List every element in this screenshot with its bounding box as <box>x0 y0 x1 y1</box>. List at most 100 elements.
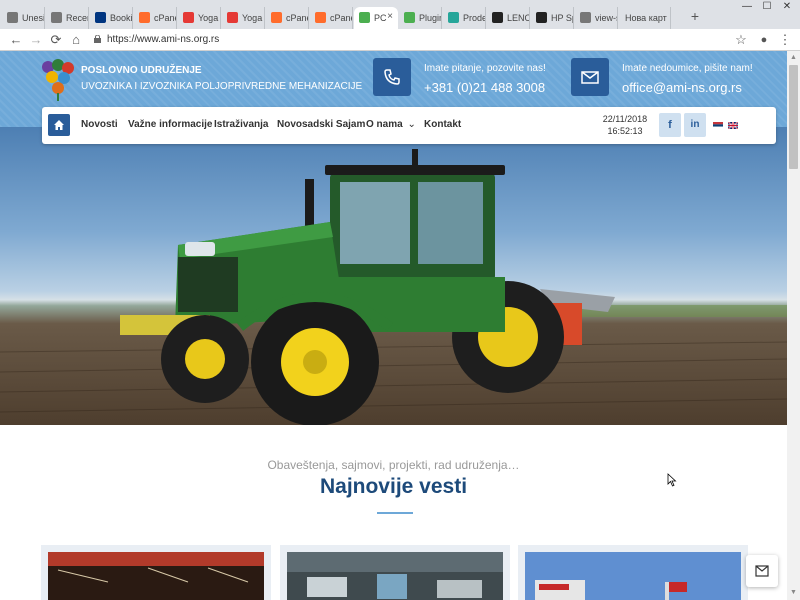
tab-title: cPane <box>286 13 309 23</box>
linkedin-icon[interactable]: in <box>684 113 706 137</box>
chevron-down-icon: ⌄ <box>407 119 416 130</box>
window-close-button[interactable]: ✕ <box>778 0 796 14</box>
tab-title: Yoga <box>242 13 263 23</box>
tab-title: cPane <box>154 13 177 23</box>
tab-title: Нова карт <box>625 13 667 23</box>
browser-tab[interactable]: cPane <box>266 7 309 29</box>
bookmark-star-icon[interactable]: ☆ <box>733 32 749 48</box>
nav-item-istrazivanja[interactable]: Istraživanja <box>214 119 268 130</box>
facebook-icon[interactable]: f <box>659 113 681 137</box>
phone-number[interactable]: +381 (0)21 488 3008 <box>424 80 545 95</box>
b-icon <box>492 12 503 23</box>
browser-tab[interactable]: PC × <box>354 7 398 29</box>
scroll-up-arrow[interactable]: ▲ <box>790 54 797 61</box>
doc-icon <box>51 12 62 23</box>
heading-divider <box>377 512 413 514</box>
news-card-image <box>287 552 503 600</box>
news-card-image <box>525 552 741 600</box>
nav-item-vazne-informacije[interactable]: Važne informacije <box>128 119 212 130</box>
home-icon <box>54 120 64 130</box>
booking-icon <box>95 12 106 23</box>
browser-tab[interactable]: Yoga <box>178 7 221 29</box>
browser-tab[interactable]: Recen <box>46 7 89 29</box>
browser-tab[interactable]: HP Sp <box>531 7 574 29</box>
current-datetime: 22/11/2018 16:52:13 <box>597 113 653 137</box>
scroll-thumb[interactable] <box>789 65 798 169</box>
mouse-cursor-icon <box>667 473 677 487</box>
tractor-illustration <box>0 149 787 425</box>
current-date: 22/11/2018 <box>602 114 648 124</box>
nav-item-o-nama-label: O nama <box>366 119 403 130</box>
tab-title: HP Sp <box>551 13 573 23</box>
maximize-button[interactable]: ☐ <box>758 0 776 14</box>
tab-title: Yoga <box>198 13 219 23</box>
cpanel-icon <box>271 12 282 23</box>
home-nav-button[interactable] <box>48 114 70 136</box>
tab-title: Bookir <box>110 13 133 23</box>
web-page: POSLOVNO UDRUŽENJE UVOZNIKA I IZVOZNIKA … <box>0 51 787 600</box>
org-subtitle: UVOZNIKA I IZVOZNIKA POLJOPRIVREDNE MEHA… <box>81 81 363 92</box>
english-flag-icon[interactable] <box>728 122 738 129</box>
phone-icon[interactable] <box>373 58 411 96</box>
nav-item-o-nama[interactable]: O nama ⌄ <box>366 119 416 130</box>
account-icon[interactable]: ● <box>756 32 772 48</box>
reload-button[interactable]: ⟳ <box>48 32 64 48</box>
cpanel-icon <box>139 12 150 23</box>
email-address[interactable]: office@ami-ns.org.rs <box>622 80 742 95</box>
browser-tab[interactable]: Bookir <box>90 7 133 29</box>
nav-item-novosadski-sajam[interactable]: Novosadski Sajam <box>277 119 365 130</box>
news-card[interactable] <box>280 545 510 600</box>
new-tab-button[interactable]: + <box>688 9 702 24</box>
menu-icon[interactable]: ⋮ <box>777 32 793 48</box>
minimize-button[interactable]: — <box>738 0 756 14</box>
address-bar[interactable]: https://www.ami-ns.org.rs <box>90 32 750 48</box>
org-name: POSLOVNO UDRUŽENJE <box>81 65 202 76</box>
back-button[interactable]: ← <box>8 32 24 48</box>
ami-icon <box>359 12 370 23</box>
b-icon <box>536 12 547 23</box>
browser-tab[interactable]: cPane <box>310 7 353 29</box>
doc-icon <box>580 12 591 23</box>
news-subtitle: Obaveštenja, sajmovi, projekti, rad udru… <box>267 458 520 472</box>
cpanel-icon <box>315 12 326 23</box>
tab-title: Plugin <box>419 13 442 23</box>
tab-title: Recen <box>66 13 88 23</box>
current-time: 16:52:13 <box>607 126 643 136</box>
main-navigation: Novosti Važne informacije Istraživanja N… <box>42 107 776 144</box>
close-tab-icon[interactable]: × <box>387 11 393 22</box>
tab-title: view-s <box>595 13 618 23</box>
tab-title: LENO <box>507 13 530 23</box>
envelope-icon <box>755 565 769 577</box>
url-text: https://www.ami-ns.org.rs <box>107 34 220 45</box>
news-card[interactable] <box>41 545 271 600</box>
browser-tab[interactable]: view-s <box>575 7 618 29</box>
browser-tab[interactable]: Unesit <box>2 7 45 29</box>
news-card[interactable] <box>518 545 748 600</box>
home-button[interactable]: ⌂ <box>68 32 84 48</box>
browser-tab[interactable]: cPane <box>134 7 177 29</box>
phone-caption: Imate pitanje, pozovite nas! <box>424 63 546 74</box>
hero-image <box>0 127 787 425</box>
scroll-down-arrow[interactable]: ▼ <box>790 589 797 596</box>
browser-tab[interactable]: Yoga <box>222 7 265 29</box>
page-scrollbar[interactable]: ▲ ▼ <box>787 51 800 600</box>
email-caption: Imate nedoumice, pišite nam! <box>622 63 753 74</box>
browser-toolbar: ← → ⟳ ⌂ https://www.ami-ns.org.rs ☆ ● ⋮ <box>0 29 800 51</box>
browser-tab[interactable]: Нова карт <box>619 7 671 29</box>
tab-title: Unesit <box>22 13 45 23</box>
browser-tab[interactable]: Plugin <box>399 7 442 29</box>
serbian-flag-icon[interactable] <box>713 122 723 129</box>
association-logo[interactable] <box>40 57 76 101</box>
browser-tab[interactable]: Prode <box>443 7 486 29</box>
email-icon[interactable] <box>571 58 609 96</box>
nav-item-kontakt[interactable]: Kontakt <box>424 119 461 130</box>
message-button[interactable] <box>746 555 778 587</box>
forward-button[interactable]: → <box>28 32 44 48</box>
prode-icon <box>448 12 459 23</box>
lock-icon <box>94 35 101 43</box>
browser-tab[interactable]: LENO <box>487 7 530 29</box>
tab-title: Prode <box>463 13 486 23</box>
nav-item-novosti[interactable]: Novosti <box>81 119 118 130</box>
ami-icon <box>404 12 415 23</box>
l-icon <box>227 12 238 23</box>
